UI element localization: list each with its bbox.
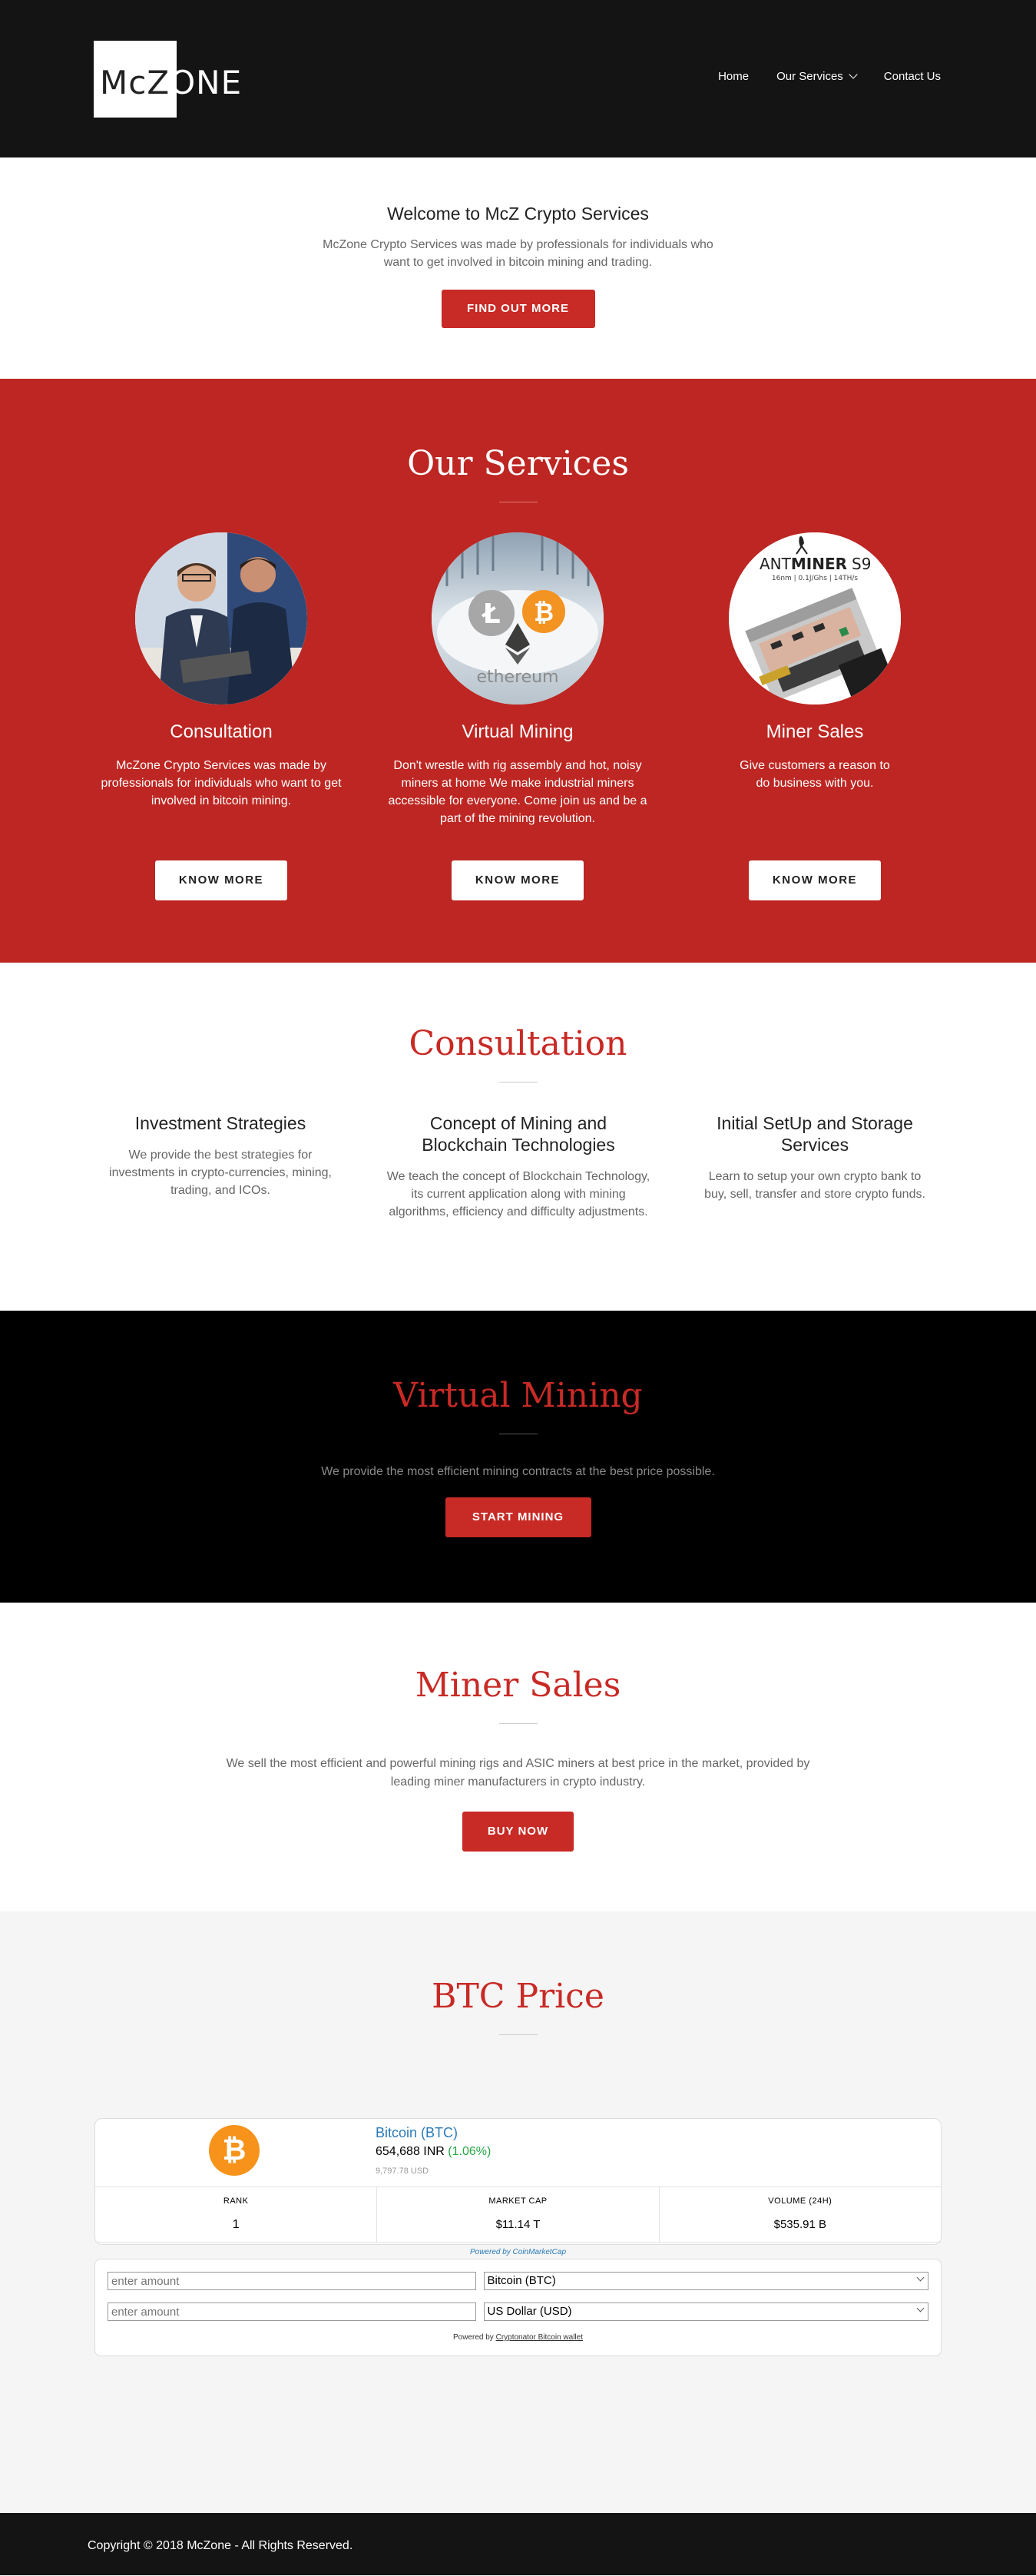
consultation-title: Consultation xyxy=(409,1024,627,1063)
virtual-mining-image: Ł ₿ ethereum xyxy=(432,532,604,705)
stat-market-cap-label: MARKET CAP xyxy=(488,2196,548,2206)
coin-name-link[interactable]: Bitcoin (BTC) xyxy=(376,2125,458,2141)
currency-select-from-value: Bitcoin (BTC) xyxy=(487,2274,556,2287)
consultation-know-more-button[interactable]: KNOW MORE xyxy=(155,860,287,900)
service-miner-sales-text: Give customers a reason to do business w… xyxy=(740,759,890,790)
welcome-text: McZone Crypto Services was made by profe… xyxy=(323,238,713,269)
converter-row-to: US Dollar (USD) xyxy=(108,2302,928,2321)
btc-price-title: BTC Price xyxy=(432,1977,604,2016)
stat-rank: RANK 1 xyxy=(95,2187,378,2242)
main-nav: Home Our Services Contact Us xyxy=(718,70,941,83)
consult-investment-title: Investment Strategies xyxy=(134,1113,306,1133)
powered-by-cryptonator: Powered by Cryptonator Bitcoin wallet xyxy=(108,2333,928,2342)
service-virtual-mining: Ł ₿ ethereum Virtual Mining Don't wrestl… xyxy=(379,532,656,900)
site-footer: Copyright © 2018 McZone - All Rights Res… xyxy=(0,2513,1036,2575)
stat-rank-value: 1 xyxy=(232,2218,240,2231)
miner-sales-divider xyxy=(498,1723,538,1724)
nav-our-services[interactable]: Our Services xyxy=(776,70,858,83)
consult-concept: Concept of Mining and Blockchain Technol… xyxy=(384,1112,653,1221)
services-section: Our Services Consultation McZone Crypto … xyxy=(0,379,1036,963)
stat-market-cap-value: $11.14 T xyxy=(495,2218,541,2231)
nav-home[interactable]: Home xyxy=(718,70,749,83)
coin-stats: RANK 1 MARKET CAP $11.14 T VOLUME (24H) … xyxy=(95,2186,941,2242)
stat-volume: VOLUME (24H) $535.91 B xyxy=(660,2187,941,2242)
consult-investment: Investment Strategies We provide the bes… xyxy=(86,1112,355,1199)
consult-setup-title: Initial SetUp and Storage Services xyxy=(717,1113,913,1155)
service-consultation-text: McZone Crypto Services was made by profe… xyxy=(101,759,342,807)
chevron-down-icon xyxy=(849,70,858,79)
nav-contact-us[interactable]: Contact Us xyxy=(884,70,941,83)
coin-price-value: 654,688 INR xyxy=(376,2145,445,2158)
amount-input-from[interactable] xyxy=(108,2272,476,2290)
copyright-text: Copyright © 2018 McZone - All Rights Res… xyxy=(88,2539,353,2552)
service-consultation-title: Consultation xyxy=(170,721,273,742)
welcome-title: Welcome to McZ Crypto Services xyxy=(387,204,649,224)
miner-sales-title: Miner Sales xyxy=(415,1666,621,1705)
logo[interactable]: McZONE xyxy=(94,41,255,118)
coin-price: 654,688 INR (1.06%) xyxy=(376,2145,491,2159)
consult-setup: Initial SetUp and Storage Services Learn… xyxy=(680,1112,949,1203)
consultation-section: Consultation Investment Strategies We pr… xyxy=(0,963,1036,1311)
btc-divider xyxy=(498,2034,538,2035)
currency-select-to[interactable]: US Dollar (USD) xyxy=(483,2302,928,2321)
powered-by-prefix: Powered by xyxy=(453,2333,496,2342)
start-mining-button[interactable]: START MINING xyxy=(445,1497,591,1537)
virtual-mining-text: We provide the most efficient mining con… xyxy=(321,1465,715,1478)
stat-volume-value: $535.91 B xyxy=(773,2218,827,2231)
service-miner-sales: ANTMINER S9 16nm | 0.1J/Ghs | 14TH/s Mine… xyxy=(677,532,953,900)
currency-converter: Bitcoin (BTC) US Dollar (USD) Powered by… xyxy=(94,2259,942,2356)
service-virtual-mining-text: Don't wrestle with rig assembly and hot,… xyxy=(388,759,647,825)
ethereum-label: ethereum xyxy=(476,668,558,687)
find-out-more-button[interactable]: FIND OUT MORE xyxy=(441,290,595,328)
service-virtual-mining-title: Virtual Mining xyxy=(462,721,574,742)
powered-by-coinmarketcap-link[interactable]: Powered by CoinMarketCap xyxy=(95,2242,941,2259)
currency-select-from[interactable]: Bitcoin (BTC) xyxy=(483,2272,928,2290)
stat-volume-label: VOLUME (24H) xyxy=(768,2196,832,2206)
svg-text:Ł: Ł xyxy=(481,598,500,630)
antminer-brand: ANTMINER S9 xyxy=(760,555,871,573)
miner-sales-text: We sell the most efficient and powerful … xyxy=(226,1757,810,1789)
coin-change: (1.06%) xyxy=(448,2145,492,2158)
coinmarketcap-widget: ₿ Bitcoin (BTC) 654,688 INR (1.06%) 9,79… xyxy=(94,2118,942,2256)
virtual-mining-section: Virtual Mining We provide the most effic… xyxy=(0,1311,1036,1603)
consult-setup-text: Learn to setup your own crypto bank to b… xyxy=(704,1170,925,1201)
nav-contact-us-label: Contact Us xyxy=(883,70,941,83)
stat-rank-label: RANK xyxy=(223,2196,249,2206)
consult-investment-text: We provide the best strategies for inves… xyxy=(109,1149,332,1197)
welcome-section: Welcome to McZ Crypto Services McZone Cr… xyxy=(0,157,1036,379)
bitcoin-icon: ₿ xyxy=(209,2125,260,2176)
miner-sales-image: ANTMINER S9 16nm | 0.1J/Ghs | 14TH/s xyxy=(729,532,901,705)
buy-now-button[interactable]: BUY NOW xyxy=(462,1812,574,1852)
coin-usd: 9,797.78 USD xyxy=(376,2167,429,2176)
chevron-down-icon xyxy=(916,2304,925,2312)
service-consultation: Consultation McZone Crypto Services was … xyxy=(83,532,359,900)
service-miner-sales-title: Miner Sales xyxy=(766,721,864,742)
nav-home-label: Home xyxy=(718,70,750,83)
chevron-down-icon xyxy=(916,2273,925,2282)
site-header: McZONE Home Our Services Contact Us xyxy=(0,0,1036,157)
antminer-spec: 16nm | 0.1J/Ghs | 14TH/s xyxy=(772,575,859,582)
consultation-image xyxy=(135,532,307,705)
nav-our-services-label: Our Services xyxy=(776,70,843,83)
amount-input-to[interactable] xyxy=(108,2302,476,2321)
currency-select-to-value: US Dollar (USD) xyxy=(487,2305,572,2318)
logo-mark: McZONE xyxy=(100,64,243,101)
virtual-mining-know-more-button[interactable]: KNOW MORE xyxy=(452,860,584,900)
consult-concept-text: We teach the concept of Blockchain Techn… xyxy=(386,1170,650,1218)
services-title: Our Services xyxy=(407,444,629,483)
cryptonator-link[interactable]: Cryptonator Bitcoin wallet xyxy=(496,2333,583,2342)
converter-row-from: Bitcoin (BTC) xyxy=(108,2272,928,2290)
virtual-mining-title: Virtual Mining xyxy=(393,1376,643,1415)
miner-sales-know-more-button[interactable]: KNOW MORE xyxy=(749,860,881,900)
btc-price-section: BTC Price ₿ Bitcoin (BTC) 654,688 INR (1… xyxy=(0,1911,1036,2513)
svg-text:₿: ₿ xyxy=(534,598,554,627)
miner-sales-section: Miner Sales We sell the most efficient a… xyxy=(0,1603,1036,1911)
stat-market-cap: MARKET CAP $11.14 T xyxy=(377,2187,660,2242)
consult-concept-title: Concept of Mining and Blockchain Technol… xyxy=(422,1113,615,1155)
